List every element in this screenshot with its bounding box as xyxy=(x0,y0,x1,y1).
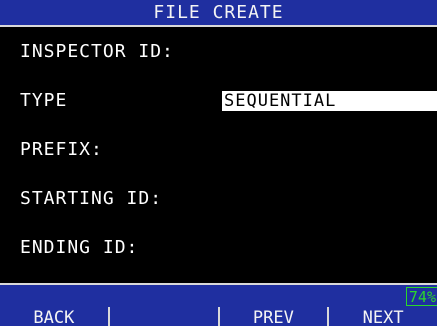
field-row-prefix[interactable]: PREFIX: xyxy=(0,131,437,169)
next-softkey[interactable]: NEXT xyxy=(329,307,437,326)
back-softkey[interactable]: BACK xyxy=(0,307,110,326)
blank-softkey[interactable] xyxy=(110,307,220,326)
field-row-ending-id[interactable]: ENDING ID: xyxy=(0,229,437,267)
type-label: TYPE xyxy=(20,90,68,111)
starting-id-label: STARTING ID: xyxy=(20,188,163,209)
prefix-label: PREFIX: xyxy=(20,139,103,160)
field-row-inspector-id[interactable]: INSPECTOR ID: xyxy=(0,33,437,71)
field-row-starting-id[interactable]: STARTING ID: xyxy=(0,180,437,218)
battery-indicator: 74% xyxy=(405,287,437,306)
inspector-id-label: INSPECTOR ID: xyxy=(20,41,174,62)
form-area: INSPECTOR ID: TYPE SEQUENTIAL PREFIX: ST… xyxy=(0,27,437,283)
prev-softkey[interactable]: PREV xyxy=(220,307,330,326)
softkey-bar: BACK PREV NEXT xyxy=(0,307,437,326)
field-row-type[interactable]: TYPE SEQUENTIAL xyxy=(0,82,437,120)
status-bar: 74% xyxy=(0,283,437,307)
screen-title: FILE CREATE xyxy=(0,0,437,27)
type-value-field[interactable]: SEQUENTIAL xyxy=(222,91,437,111)
ending-id-label: ENDING ID: xyxy=(20,237,139,258)
